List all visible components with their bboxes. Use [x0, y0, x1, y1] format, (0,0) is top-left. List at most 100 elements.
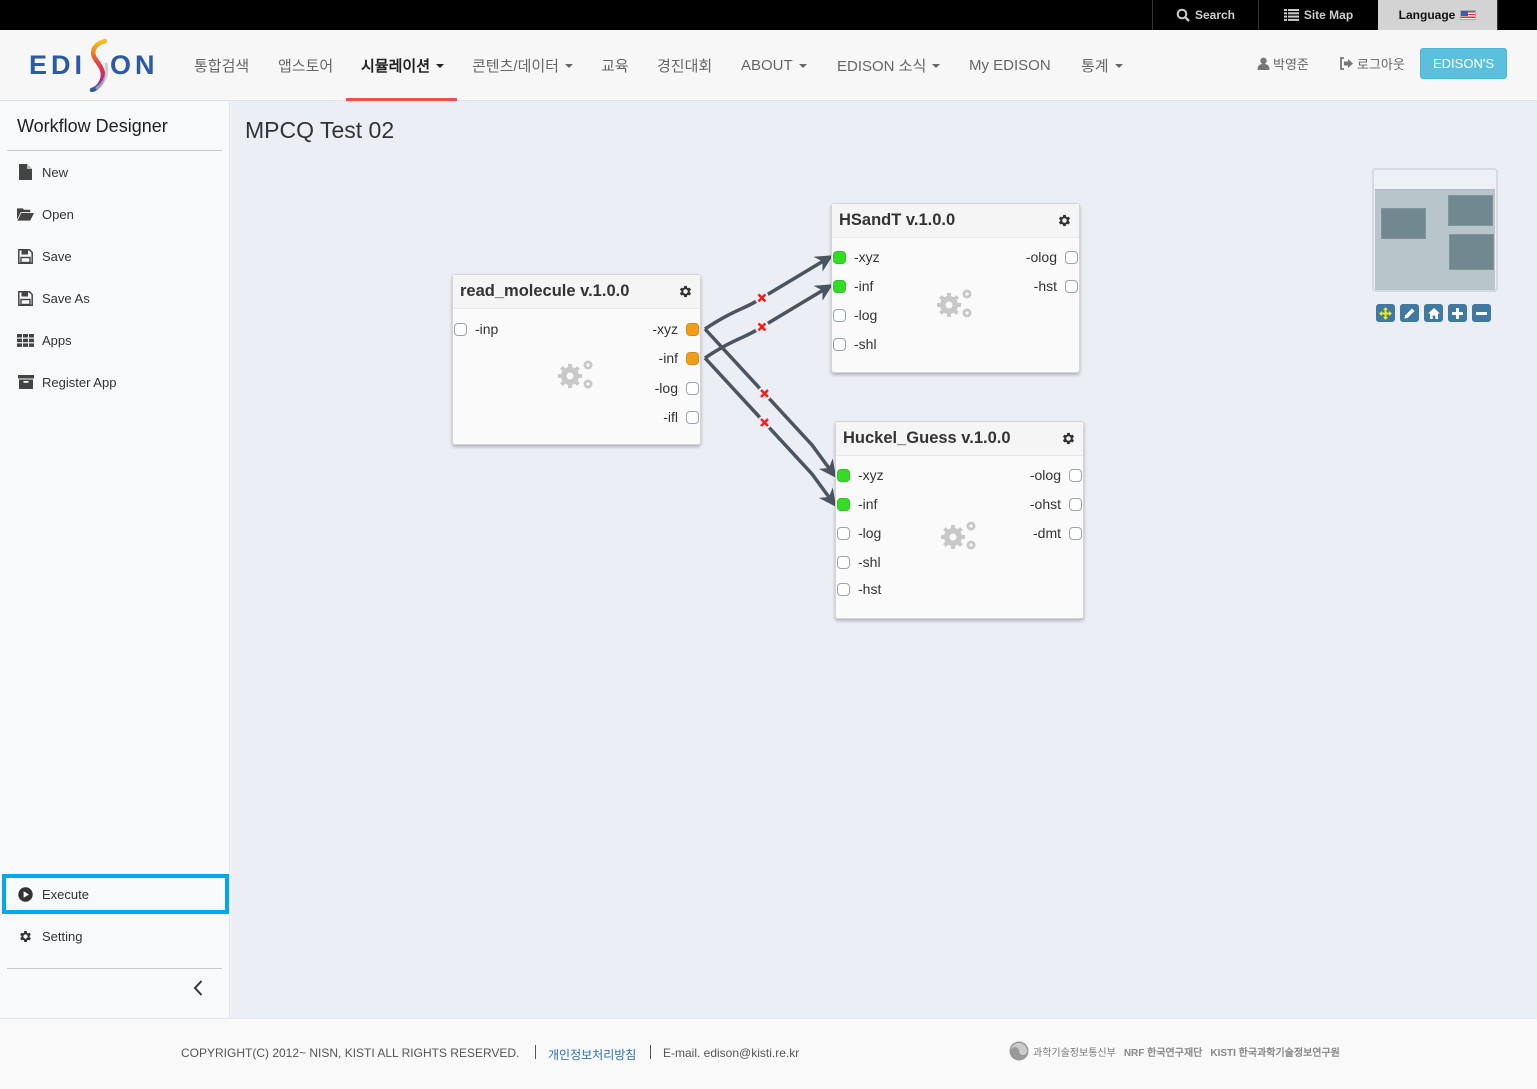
node-settings-button[interactable] [678, 284, 693, 304]
node-header[interactable]: Huckel_Guess v.1.0.0 [836, 422, 1083, 456]
sidebar-item-new[interactable]: New [17, 161, 68, 183]
input-port-log[interactable]: -log [837, 524, 881, 542]
zoom-out-button[interactable] [1472, 304, 1491, 322]
port-connector[interactable] [686, 381, 699, 395]
nav-my-edison[interactable]: My EDISON [969, 30, 1051, 101]
top-search-button[interactable]: Search [1152, 0, 1258, 30]
nav-simulation[interactable]: 시뮬레이션 [361, 30, 445, 101]
nav-education[interactable]: 교육 [601, 30, 629, 101]
port-connector[interactable] [833, 308, 846, 322]
workflow-node-huckel-guess[interactable]: Huckel_Guess v.1.0.0 -xyz -inf -log -shl… [835, 421, 1084, 619]
output-port-ohst[interactable]: -ohst [1030, 495, 1082, 513]
sidebar-item-execute[interactable]: Execute [17, 883, 89, 905]
input-port-inf[interactable]: -inf [837, 495, 877, 513]
port-connector[interactable] [454, 322, 467, 336]
nav-statistics[interactable]: 통계 [1081, 30, 1123, 101]
output-port-olog[interactable]: -olog [1030, 466, 1082, 484]
user-profile-link[interactable]: 박영준 [1257, 30, 1309, 96]
nav-appstore[interactable]: 앱스토어 [278, 30, 333, 101]
input-port-hst[interactable]: -hst [837, 580, 881, 598]
workflow-node-read-molecule[interactable]: read_molecule v.1.0.0 -inp -xyz -inf -lo… [452, 274, 701, 445]
sidebar-item-register-app[interactable]: Register App [17, 371, 116, 393]
sidebar-item-open[interactable]: Open [17, 203, 74, 225]
language-button[interactable]: Language [1378, 0, 1497, 30]
output-port-olog[interactable]: -olog [1026, 248, 1078, 266]
nav-about[interactable]: ABOUT [741, 30, 807, 101]
workflow-link[interactable] [704, 284, 834, 360]
edit-button[interactable] [1400, 304, 1419, 322]
port-label: -log [854, 307, 878, 323]
nav-label: 통합검색 [194, 58, 250, 75]
privacy-policy-link[interactable]: 개인정보처리방침 [548, 1046, 636, 1063]
node-settings-button[interactable] [1061, 431, 1076, 451]
node-header[interactable]: read_molecule v.1.0.0 [453, 275, 700, 309]
port-connector[interactable] [1069, 468, 1082, 482]
nav-edison-news[interactable]: EDISON 소식 [837, 30, 941, 101]
workflow-canvas[interactable]: MPCQ Test 02 read_molecule v.1.0.0 -inp … [231, 101, 1537, 1018]
port-connector[interactable] [837, 468, 850, 482]
minus-icon [1476, 311, 1487, 315]
input-port-log[interactable]: -log [833, 306, 877, 324]
port-connector[interactable] [1069, 526, 1082, 540]
sitemap-button[interactable]: Site Map [1258, 0, 1378, 30]
zoom-in-button[interactable] [1448, 304, 1467, 322]
port-connector[interactable] [837, 555, 850, 569]
nav-integrated-search[interactable]: 통합검색 [194, 30, 249, 101]
sidebar-item-save-as[interactable]: Save As [17, 287, 90, 309]
workflow-link[interactable] [704, 255, 834, 331]
workflow-link[interactable] [703, 327, 837, 478]
output-port-dmt[interactable]: -dmt [1033, 524, 1082, 542]
link-delete-icon[interactable] [760, 389, 769, 398]
link-delete-icon[interactable] [757, 293, 767, 303]
sidebar-item-setting[interactable]: Setting [17, 925, 82, 947]
edison-logo[interactable]: EDI ON [29, 38, 159, 93]
collapse-sidebar-button[interactable] [190, 977, 206, 999]
partner-logos: 과학기술정보통신부 NRF 한국연구재단 KISTI 한국과학기술정보연구원 [1009, 1041, 1340, 1061]
output-port-hst[interactable]: -hst [1034, 277, 1078, 295]
input-port-shl[interactable]: -shl [837, 553, 881, 571]
port-connector[interactable] [1069, 497, 1082, 511]
input-port-inp[interactable]: -inp [454, 320, 498, 338]
nav-competition[interactable]: 경진대회 [657, 30, 712, 101]
output-port-ifl[interactable]: -ifl [663, 408, 699, 426]
port-connector[interactable] [1065, 279, 1078, 293]
node-settings-button[interactable] [1057, 213, 1072, 233]
link-delete-icon[interactable] [760, 418, 769, 427]
port-connector[interactable] [837, 582, 850, 596]
port-connector[interactable] [686, 410, 699, 424]
nav-label: 시뮬레이션 [361, 58, 431, 75]
node-header[interactable]: HSandT v.1.0.0 [832, 204, 1079, 238]
home-button[interactable] [1424, 304, 1443, 322]
output-port-log[interactable]: -log [655, 379, 699, 397]
input-port-xyz[interactable]: -xyz [837, 466, 884, 484]
link-delete-icon[interactable] [757, 322, 767, 332]
input-port-shl[interactable]: -shl [833, 335, 877, 353]
logo-text-left: EDI [29, 49, 87, 80]
edisons-button[interactable]: EDISON'S [1420, 48, 1507, 79]
output-port-xyz[interactable]: -xyz [652, 320, 699, 338]
minimap-node [1449, 234, 1494, 270]
port-connector[interactable] [833, 250, 846, 264]
port-connector[interactable] [833, 279, 846, 293]
logout-link[interactable]: 로그아웃 [1339, 30, 1405, 96]
workflow-sidebar: Workflow Designer New Open Save Save As … [0, 101, 230, 1018]
sidebar-item-save[interactable]: Save [17, 245, 72, 267]
app-gears-icon [940, 518, 980, 559]
port-connector[interactable] [837, 526, 850, 540]
workflow-link[interactable] [703, 356, 837, 507]
nav-contents-data[interactable]: 콘텐츠/데이터 [472, 30, 573, 101]
workflow-node-hsandt[interactable]: HSandT v.1.0.0 -xyz -inf -log -shl -olog… [831, 203, 1080, 373]
port-connector[interactable] [686, 322, 699, 336]
port-connector[interactable] [837, 497, 850, 511]
output-port-inf[interactable]: -inf [659, 349, 699, 367]
input-port-xyz[interactable]: -xyz [833, 248, 880, 266]
workflow-minimap[interactable] [1372, 168, 1498, 292]
port-connector[interactable] [1065, 250, 1078, 264]
input-port-inf[interactable]: -inf [833, 277, 873, 295]
minimap-viewport[interactable] [1375, 189, 1495, 290]
port-connector[interactable] [833, 337, 846, 351]
sidebar-item-apps[interactable]: Apps [17, 329, 72, 351]
pan-button[interactable] [1376, 304, 1395, 322]
sidebar-item-label: New [42, 164, 69, 180]
port-connector[interactable] [686, 351, 699, 365]
